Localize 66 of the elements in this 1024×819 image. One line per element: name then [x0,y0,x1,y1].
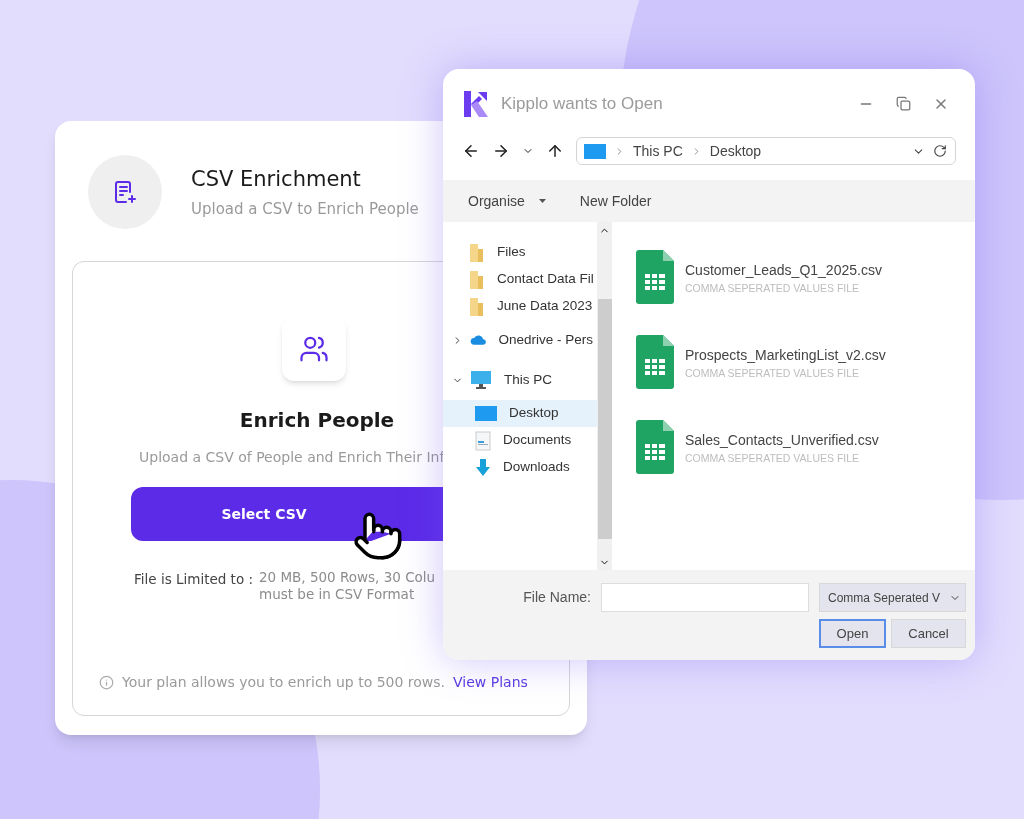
sidebar-label: Downloads [503,458,570,477]
plan-note: Your plan allows you to enrich up to 500 rows. [122,673,446,692]
sidebar-label: Desktop [509,404,559,423]
file-name: Sales_Contacts_Unverified.csv [685,430,879,450]
limits-value: must be in CSV Format [259,586,416,603]
sidebar-label: Documents [503,431,572,450]
forward-arrow-icon[interactable] [492,142,510,160]
desktop-icon [475,406,497,421]
toolbar-button[interactable]: New Folder [579,190,652,212]
sidebar-label: Files [497,243,526,262]
dialog-title: Kipplo wants to Open [501,92,663,115]
sidebar-item[interactable]: Documents [443,427,597,454]
limits-label: File is Limited to : [134,570,253,589]
document-icon [475,430,491,451]
sidebar-item[interactable]: Contact Data Fil [443,266,597,293]
file-name-label: File Name: [523,588,591,607]
address-bar[interactable]: This PC Desktop [576,137,956,165]
desktop-icon [584,143,606,159]
sidebar-label: Onedrive - Pers [498,330,593,349]
scroll-thumb[interactable] [597,299,612,539]
view-plans-link[interactable]: View Plans [453,672,528,693]
app-logo [463,88,489,119]
sidebar-item[interactable]: Onedrive - Pers [443,320,597,360]
hand-cursor-icon [352,510,404,562]
file-item[interactable]: Customer_Leads_Q1_2025.csv COMMA SEPERATED VALUES FILE [636,250,975,304]
sidebar-label: This PC [504,370,552,389]
sidebar-item[interactable]: June Data 2023 [443,293,597,320]
folder-icon [469,269,485,290]
panel-heading: Enrich People [239,407,395,434]
breadcrumb-item[interactable]: Desktop [709,140,762,162]
dialog-button[interactable]: Open [819,619,886,648]
download-icon [475,458,491,477]
refresh-icon[interactable] [933,144,947,158]
file-type: COMMA SEPERATED VALUES FILE [685,280,861,296]
spreadsheet-file-icon [636,250,674,304]
spreadsheet-file-icon [636,420,674,474]
limits-value: 20 MB, 500 Rows, 30 Colu [259,569,436,586]
users-icon [299,334,329,364]
sidebar-label: Contact Data Fil [497,270,594,289]
caret-icon [538,199,546,203]
document-add-icon [114,180,136,204]
dialog-button[interactable]: Cancel [891,619,966,648]
file-type: COMMA SEPERATED VALUES FILE [685,450,861,466]
sidebar-label: June Data 2023 [497,297,593,316]
info-icon [99,675,114,690]
file-item[interactable]: Prospects_MarketingList_v2.csv COMMA SEPERATED VALUES FILE [636,335,975,389]
breadcrumb-item[interactable]: This PC [633,140,683,162]
card-subtitle: Upload a CSV to Enrich People [191,198,419,220]
monitor-icon [470,370,492,390]
file-name: Prospects_MarketingList_v2.csv [685,345,886,365]
folder-icon [469,242,485,263]
sidebar-item[interactable]: Files [443,239,597,266]
folder-icon [469,296,485,317]
sidebar-item[interactable]: Downloads [443,454,597,481]
organise-menu[interactable]: Organise [468,190,546,212]
restore-icon[interactable] [896,96,911,111]
file-type: COMMA SEPERATED VALUES FILE [685,365,861,381]
spreadsheet-file-icon [636,335,674,389]
sidebar-item[interactable]: This PC [443,360,597,400]
file-item[interactable]: Sales_Contacts_Unverified.csv COMMA SEPERATED VALUES FILE [636,420,975,474]
sidebar-item[interactable]: Desktop [443,400,597,427]
file-name-field[interactable] [601,583,809,612]
file-type-dropdown[interactable]: Comma Seperated V [819,583,966,612]
cloud-icon [470,332,487,348]
card-title: CSV Enrichment [191,166,362,193]
file-name: Customer_Leads_Q1_2025.csv [685,260,882,280]
